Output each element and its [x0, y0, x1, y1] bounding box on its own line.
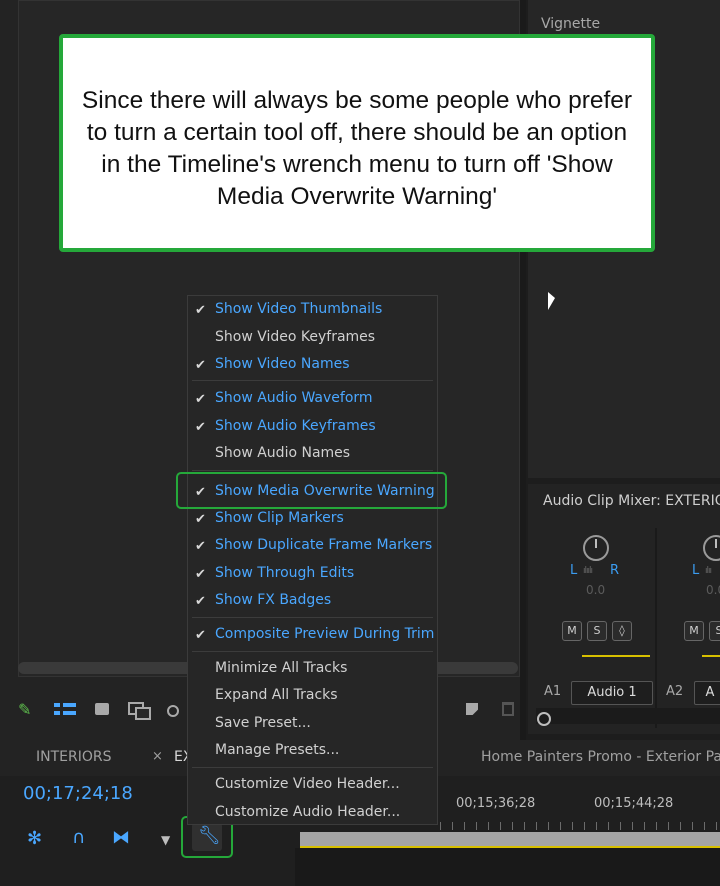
- sequence-title: Home Painters Promo - Exterior Paintin: [481, 749, 720, 765]
- meter-bar-a2: [702, 655, 720, 657]
- menu-item-show-audio-names[interactable]: Show Audio Names: [215, 445, 350, 461]
- overwrite-warning-highlight: [176, 472, 447, 509]
- mixer-scrollbar[interactable]: [536, 708, 720, 724]
- checkmark-icon: ✔: [195, 628, 206, 643]
- zoom-slider-icon[interactable]: [167, 705, 179, 717]
- timeline-settings-menu: ✔ Show Video Thumbnails Show Video Keyfr…: [187, 295, 438, 825]
- ruler-label: 00;15;36;28: [456, 796, 536, 811]
- menu-separator: [192, 470, 433, 471]
- menu-item-customize-audio-header[interactable]: Customize Audio Header...: [215, 804, 400, 820]
- menu-item-show-video-keyframes[interactable]: Show Video Keyframes: [215, 329, 375, 345]
- pan-left-label-a2: L: [692, 563, 700, 578]
- menu-item-composite-preview-during-trim[interactable]: Composite Preview During Trim: [215, 626, 434, 642]
- menu-separator: [192, 651, 433, 652]
- checkmark-icon: ✔: [195, 420, 206, 435]
- tab-interiors[interactable]: INTERIORS: [36, 749, 112, 765]
- pan-left-label: L: [570, 563, 578, 578]
- menu-separator: [192, 617, 433, 618]
- menu-item-expand-all-tracks[interactable]: Expand All Tracks: [215, 687, 338, 703]
- channel-name-a1[interactable]: Audio 1: [571, 681, 653, 705]
- checkmark-icon: ✔: [195, 512, 206, 527]
- menu-item-customize-video-header[interactable]: Customize Video Header...: [215, 776, 400, 792]
- snap-icon[interactable]: ✻: [27, 828, 42, 849]
- menu-item-save-preset[interactable]: Save Preset...: [215, 715, 311, 731]
- keyframes-button-a1[interactable]: ◊: [612, 621, 632, 641]
- checkmark-icon: ✔: [195, 539, 206, 554]
- time-ruler[interactable]: [440, 822, 720, 830]
- mute-button-a1[interactable]: M: [562, 621, 582, 641]
- trash-icon[interactable]: [502, 702, 514, 716]
- menu-separator: [192, 380, 433, 381]
- mixer-scroll-handle[interactable]: [537, 712, 551, 726]
- channel-name-a2[interactable]: A: [694, 681, 720, 705]
- checkmark-icon: ✔: [195, 594, 206, 609]
- checkmark-icon: ✔: [195, 392, 206, 407]
- callout-text: Since there will always be some people w…: [81, 87, 633, 210]
- pan-value-a2: 0.0: [706, 583, 720, 597]
- menu-item-show-fx-badges[interactable]: Show FX Badges: [215, 592, 331, 608]
- mute-button-a2[interactable]: M: [684, 621, 704, 641]
- wrench-button[interactable]: 🔧︎: [192, 823, 222, 851]
- list-view-icon[interactable]: [54, 703, 76, 717]
- menu-item-show-video-names[interactable]: Show Video Names: [215, 356, 350, 372]
- mixer-title: Audio Clip Mixer: EXTERIORS: [543, 493, 720, 509]
- track-label-a1: A1: [544, 684, 562, 699]
- menu-item-minimize-all-tracks[interactable]: Minimize All Tracks: [215, 660, 347, 676]
- menu-item-manage-presets[interactable]: Manage Presets...: [215, 742, 339, 758]
- cursor-icon: [548, 292, 555, 310]
- wrench-icon: 🔧︎: [198, 825, 221, 846]
- track-label-a2: A2: [666, 684, 684, 699]
- menu-item-show-clip-markers[interactable]: Show Clip Markers: [215, 510, 344, 526]
- checkmark-icon: ✔: [195, 567, 206, 582]
- magnet-icon[interactable]: ∩: [72, 827, 85, 848]
- menu-item-show-audio-waveform[interactable]: Show Audio Waveform: [215, 390, 373, 406]
- tab-close-icon[interactable]: ×: [152, 749, 163, 764]
- icon-view-icon[interactable]: [95, 703, 109, 715]
- pan-knob-a1[interactable]: [583, 535, 609, 561]
- solo-button-a1[interactable]: S: [587, 621, 607, 641]
- playhead-timecode[interactable]: 00;17;24;18: [23, 783, 133, 804]
- checkmark-icon: ✔: [195, 303, 206, 318]
- pan-value-a1: 0.0: [586, 583, 606, 597]
- mixer-channel-divider: [655, 528, 657, 728]
- work-area-bar[interactable]: [300, 832, 720, 846]
- add-marker-icon[interactable]: ▼: [161, 833, 170, 847]
- freeform-view-icon[interactable]: [128, 702, 151, 720]
- menu-item-show-audio-keyframes[interactable]: Show Audio Keyframes: [215, 418, 376, 434]
- pan-meter-a2: ılıı: [705, 566, 712, 576]
- menu-separator: [192, 767, 433, 768]
- pencil-icon[interactable]: ✎: [18, 700, 31, 719]
- meter-bar-a1: [582, 655, 650, 657]
- solo-button-a2[interactable]: S: [709, 621, 720, 641]
- checkmark-icon: ✔: [195, 358, 206, 373]
- linked-selection-icon[interactable]: ⧓: [112, 827, 130, 848]
- pan-meter-a1: ılıılı: [583, 566, 593, 576]
- ruler-label: 00;15;44;28: [594, 796, 674, 811]
- callout-box: Since there will always be some people w…: [59, 34, 655, 252]
- pan-right-label: R: [610, 563, 620, 578]
- menu-item-show-duplicate-frame-markers[interactable]: Show Duplicate Frame Markers: [215, 537, 432, 553]
- track-area[interactable]: [295, 848, 720, 886]
- menu-item-show-through-edits[interactable]: Show Through Edits: [215, 565, 354, 581]
- menu-item-show-video-thumbnails[interactable]: Show Video Thumbnails: [215, 301, 382, 317]
- vignette-label: Vignette: [541, 16, 601, 32]
